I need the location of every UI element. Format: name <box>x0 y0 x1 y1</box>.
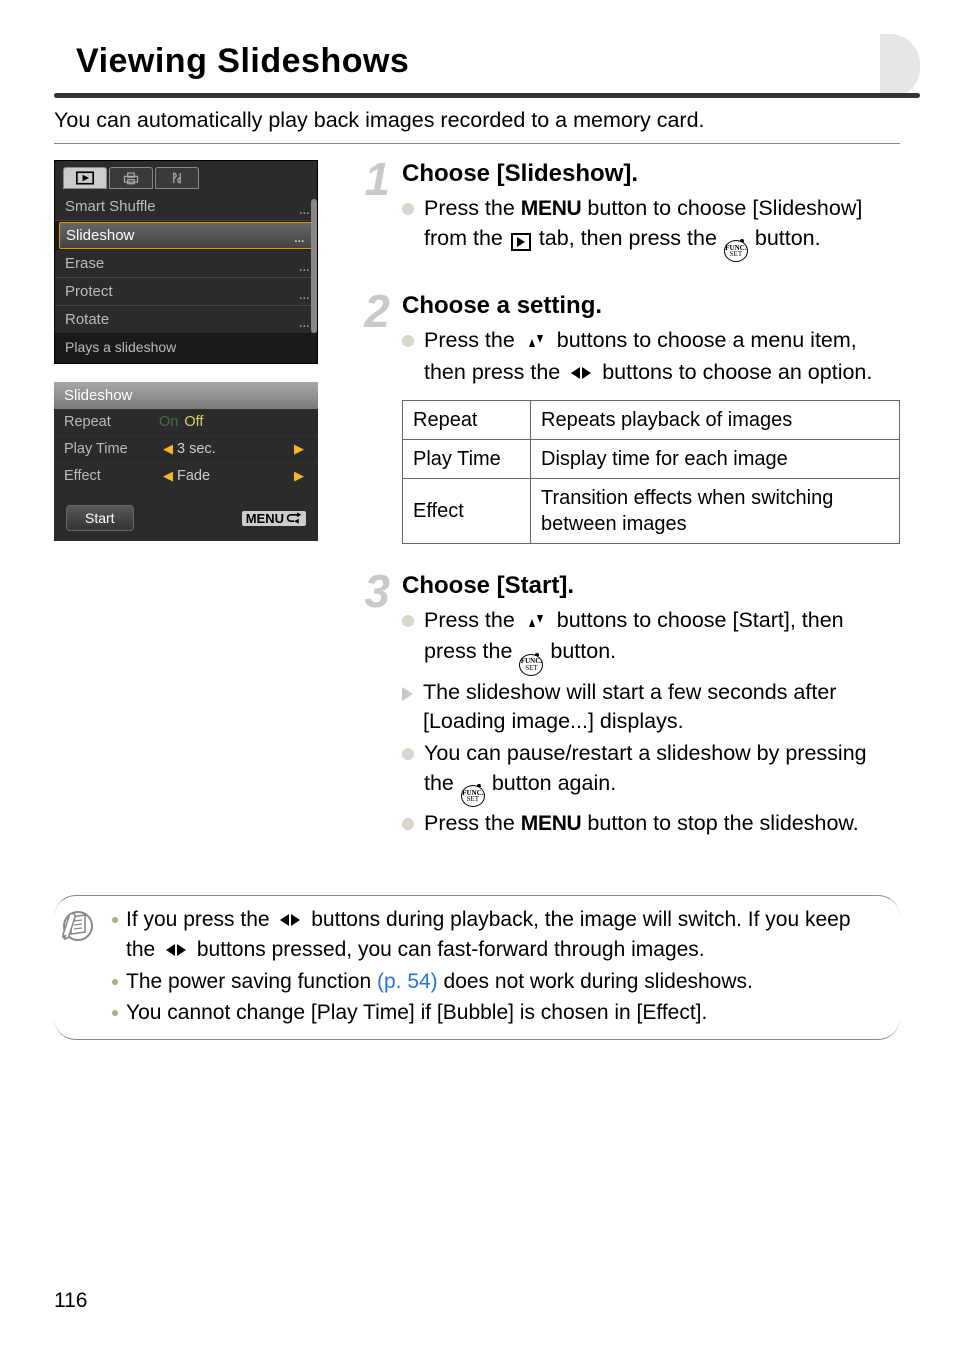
result-arrow-icon <box>402 687 413 701</box>
step-bullet: Press the buttons to choose a menu item,… <box>402 326 900 389</box>
section-heading-bar: Viewing Slideshows <box>54 40 900 92</box>
table-cell: Play Time <box>403 439 531 478</box>
step-number: 2 <box>356 292 390 543</box>
playback-tab-icon <box>511 233 531 251</box>
notes-box: If you press the buttons during playback… <box>54 895 900 1040</box>
step-title: Choose a setting. <box>402 292 900 320</box>
slideshow-setting-row: Play Time◀3 sec.▶ <box>54 436 318 463</box>
camera-menu-item: Slideshow... <box>59 222 313 249</box>
bullet-icon <box>402 203 414 215</box>
up-down-arrows-icon <box>523 608 549 638</box>
step-number: 3 <box>356 572 390 841</box>
slideshow-settings-screenshot: Slideshow RepeatOnOffPlay Time◀3 sec.▶Ef… <box>54 382 318 541</box>
bullet-icon <box>112 979 118 985</box>
camera-menu-screenshot: Smart Shuffle...Slideshow...Erase...Prot… <box>54 160 318 364</box>
print-tab <box>109 167 153 189</box>
step: 3 Choose [Start]. Press the buttons to cho… <box>356 572 900 841</box>
left-right-arrows-icon <box>277 908 303 936</box>
step-title: Choose [Slideshow]. <box>402 160 900 188</box>
menu-back-indicator: MENU <box>242 511 306 526</box>
step-bullet: The slideshow will start a few seconds a… <box>402 678 900 737</box>
step: 1 Choose [Slideshow]. Press the MENU butto… <box>356 160 900 264</box>
left-right-arrows-icon <box>163 938 189 966</box>
slideshow-settings-title: Slideshow <box>54 382 318 409</box>
note-item: The power saving function (p. 54) does n… <box>112 968 884 996</box>
table-cell: Repeats playback of images <box>531 400 900 439</box>
step-number: 1 <box>356 160 390 264</box>
page-number: 116 <box>54 1289 87 1313</box>
bullet-icon <box>112 1010 118 1016</box>
camera-menu-item: Rotate... <box>55 306 317 333</box>
func-set-button-icon: FUNC.SET <box>461 785 485 807</box>
step-bullet: Press the MENU button to choose [Slidesh… <box>402 194 900 262</box>
note-item: You cannot change [Play Time] if [Bubble… <box>112 999 884 1027</box>
section-heading: Viewing Slideshows <box>76 42 409 81</box>
camera-menu-item: Erase... <box>55 250 317 278</box>
step-bullet: Press the MENU button to stop the slides… <box>402 809 900 839</box>
tools-tab <box>155 167 199 189</box>
table-cell: Display time for each image <box>531 439 900 478</box>
note-icon <box>60 908 96 949</box>
up-down-arrows-icon <box>523 328 549 358</box>
table-cell: Effect <box>403 478 531 543</box>
step-bullet: You can pause/restart a slideshow by pre… <box>402 739 900 807</box>
func-set-button-icon: FUNC.SET <box>519 654 543 676</box>
bullet-icon <box>112 917 118 923</box>
left-right-arrows-icon <box>568 360 594 390</box>
step-bullet: Press the buttons to choose [Start], the… <box>402 606 900 676</box>
step: 2 Choose a setting. Press the buttons to c… <box>356 292 900 543</box>
heading-underline <box>54 93 920 98</box>
camera-menu-scrollbar <box>311 199 317 333</box>
bullet-icon <box>402 335 414 347</box>
bullet-icon <box>402 818 414 830</box>
camera-tabs <box>55 161 317 193</box>
start-button: Start <box>66 505 134 531</box>
slideshow-setting-row: RepeatOnOff <box>54 409 318 436</box>
intro-text: You can automatically play back images r… <box>54 106 900 144</box>
camera-menu-item: Smart Shuffle... <box>55 193 317 221</box>
options-table: RepeatRepeats playback of imagesPlay Tim… <box>402 400 900 544</box>
table-cell: Repeat <box>403 400 531 439</box>
step-title: Choose [Start]. <box>402 572 900 600</box>
note-item: If you press the buttons during playback… <box>112 906 884 967</box>
playback-tab <box>63 167 107 189</box>
camera-menu-footer: Plays a slideshow <box>55 333 317 363</box>
bullet-icon <box>402 615 414 627</box>
table-cell: Transition effects when switching betwee… <box>531 478 900 543</box>
slideshow-setting-row: Effect◀Fade▶ <box>54 463 318 489</box>
camera-menu-item: Protect... <box>55 278 317 306</box>
func-set-button-icon: FUNC.SET <box>724 240 748 262</box>
bullet-icon <box>402 748 414 760</box>
